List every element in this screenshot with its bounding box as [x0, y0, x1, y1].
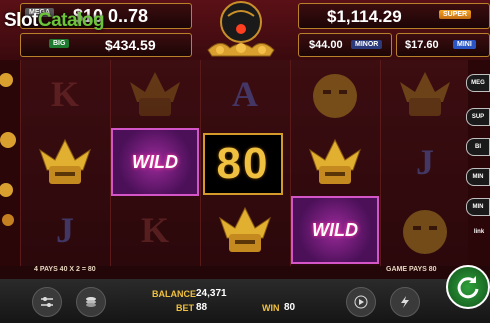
- lightning-icon: [401, 296, 409, 308]
- super-jackpot-panel: $1,114.29 SUPER: [298, 3, 490, 29]
- pays-info-left: 4 PAYS 40 X 2 = 80: [34, 266, 96, 273]
- samurai-helmet-icon: [130, 72, 180, 116]
- big-jackpot-panel: BIG $434.59: [20, 33, 192, 57]
- minor-jackpot-panel: $44.00 MINOR: [298, 33, 392, 57]
- refresh-icon: [457, 276, 479, 299]
- side-label-super: SUP: [466, 108, 490, 126]
- reel-5: J: [380, 60, 469, 266]
- win-value: 80: [284, 302, 296, 313]
- mini-tag: MINI: [453, 40, 476, 49]
- samurai-helmet-icon: [400, 72, 450, 116]
- balance-label: BALANCE: [152, 289, 196, 299]
- symbol-letter: K: [140, 210, 169, 250]
- super-tag: SUPER: [439, 10, 472, 19]
- samurai-helmet-icon: [219, 206, 271, 252]
- reel-2: WILD K: [110, 60, 199, 266]
- left-side-strip: [0, 60, 20, 266]
- jackpot-bar: MEGA $10 0..78 BIG $434.59 SlotCatalog $…: [0, 0, 490, 60]
- samurai-helmet-symbol: [111, 60, 199, 128]
- golden-orb-icon: [207, 1, 275, 57]
- samurai-mask-icon: [313, 74, 357, 118]
- samurai-mask-symbol: [291, 60, 379, 128]
- symbol-cell: K: [21, 60, 109, 128]
- mini-jackpot-value: $17.60: [405, 39, 439, 51]
- wild-symbol: WILD: [291, 196, 379, 264]
- symbol-letter: J: [416, 142, 434, 182]
- sliders-icon: [41, 297, 53, 307]
- reel-4: WILD: [290, 60, 379, 266]
- watermark-suffix: Catalog: [37, 10, 105, 31]
- win-amount-banner: 80: [203, 133, 283, 195]
- win-label: WIN: [262, 303, 280, 313]
- wild-symbol: WILD: [111, 128, 199, 196]
- watermark-prefix: Slot: [4, 10, 38, 31]
- wild-label: WILD: [132, 151, 178, 172]
- bet-value: 88: [196, 302, 208, 313]
- samurai-mask-symbol: [381, 196, 469, 264]
- side-label-mega: MEG: [466, 74, 490, 92]
- minor-jackpot-value: $44.00: [309, 39, 343, 51]
- right-side-strip: MEG SUP BI MIN MIN link: [466, 60, 490, 266]
- big-jackpot-value: $434.59: [105, 37, 156, 53]
- center-emblem: [200, 0, 282, 62]
- turbo-button[interactable]: [390, 287, 420, 317]
- minor-tag: MINOR: [351, 40, 383, 49]
- samurai-helmet-icon: [309, 138, 361, 184]
- symbol-letter: A: [232, 74, 258, 114]
- spin-button[interactable]: [446, 265, 490, 309]
- samurai-helmet-symbol: [381, 60, 469, 128]
- bet-coins-button[interactable]: [76, 287, 106, 317]
- side-label-link: link: [473, 229, 485, 235]
- control-bar: BALANCE 24,371 BET 88 WIN 80: [0, 279, 490, 323]
- game-screen: MEGA $10 0..78 BIG $434.59 SlotCatalog $…: [0, 0, 490, 323]
- big-tag: BIG: [49, 39, 70, 48]
- pays-info-right: GAME PAYS 80: [386, 266, 437, 273]
- symbol-letter: J: [56, 210, 74, 250]
- side-label-minor: MIN: [466, 168, 490, 186]
- symbol-cell: K: [111, 196, 199, 264]
- samurai-helmet-symbol: [291, 128, 379, 196]
- wild-label: WILD: [312, 219, 358, 240]
- super-jackpot-value: $1,114.29: [327, 7, 402, 26]
- play-icon: [354, 295, 368, 309]
- coins-icon: [86, 297, 96, 307]
- gold-coins-icon: [0, 73, 16, 226]
- samurai-helmet-icon: [39, 138, 91, 184]
- samurai-helmet-symbol: [201, 196, 289, 264]
- samurai-helmet-symbol: [21, 128, 109, 196]
- reel-1: K J: [20, 60, 109, 266]
- symbol-cell: A: [201, 60, 289, 128]
- symbol-cell: J: [21, 196, 109, 264]
- settings-button[interactable]: [32, 287, 62, 317]
- side-label-mini: MIN: [466, 198, 490, 216]
- autoplay-button[interactable]: [346, 287, 376, 317]
- side-label-big: BI: [466, 138, 490, 156]
- mini-jackpot-panel: $17.60 MINI: [396, 33, 490, 57]
- bet-label: BET: [176, 303, 194, 313]
- balance-value: 24,371: [196, 288, 227, 299]
- samurai-mask-icon: [403, 210, 447, 254]
- symbol-letter: K: [50, 74, 79, 114]
- watermark-logo: SlotCatalog: [4, 10, 105, 32]
- symbol-cell: J: [381, 128, 469, 196]
